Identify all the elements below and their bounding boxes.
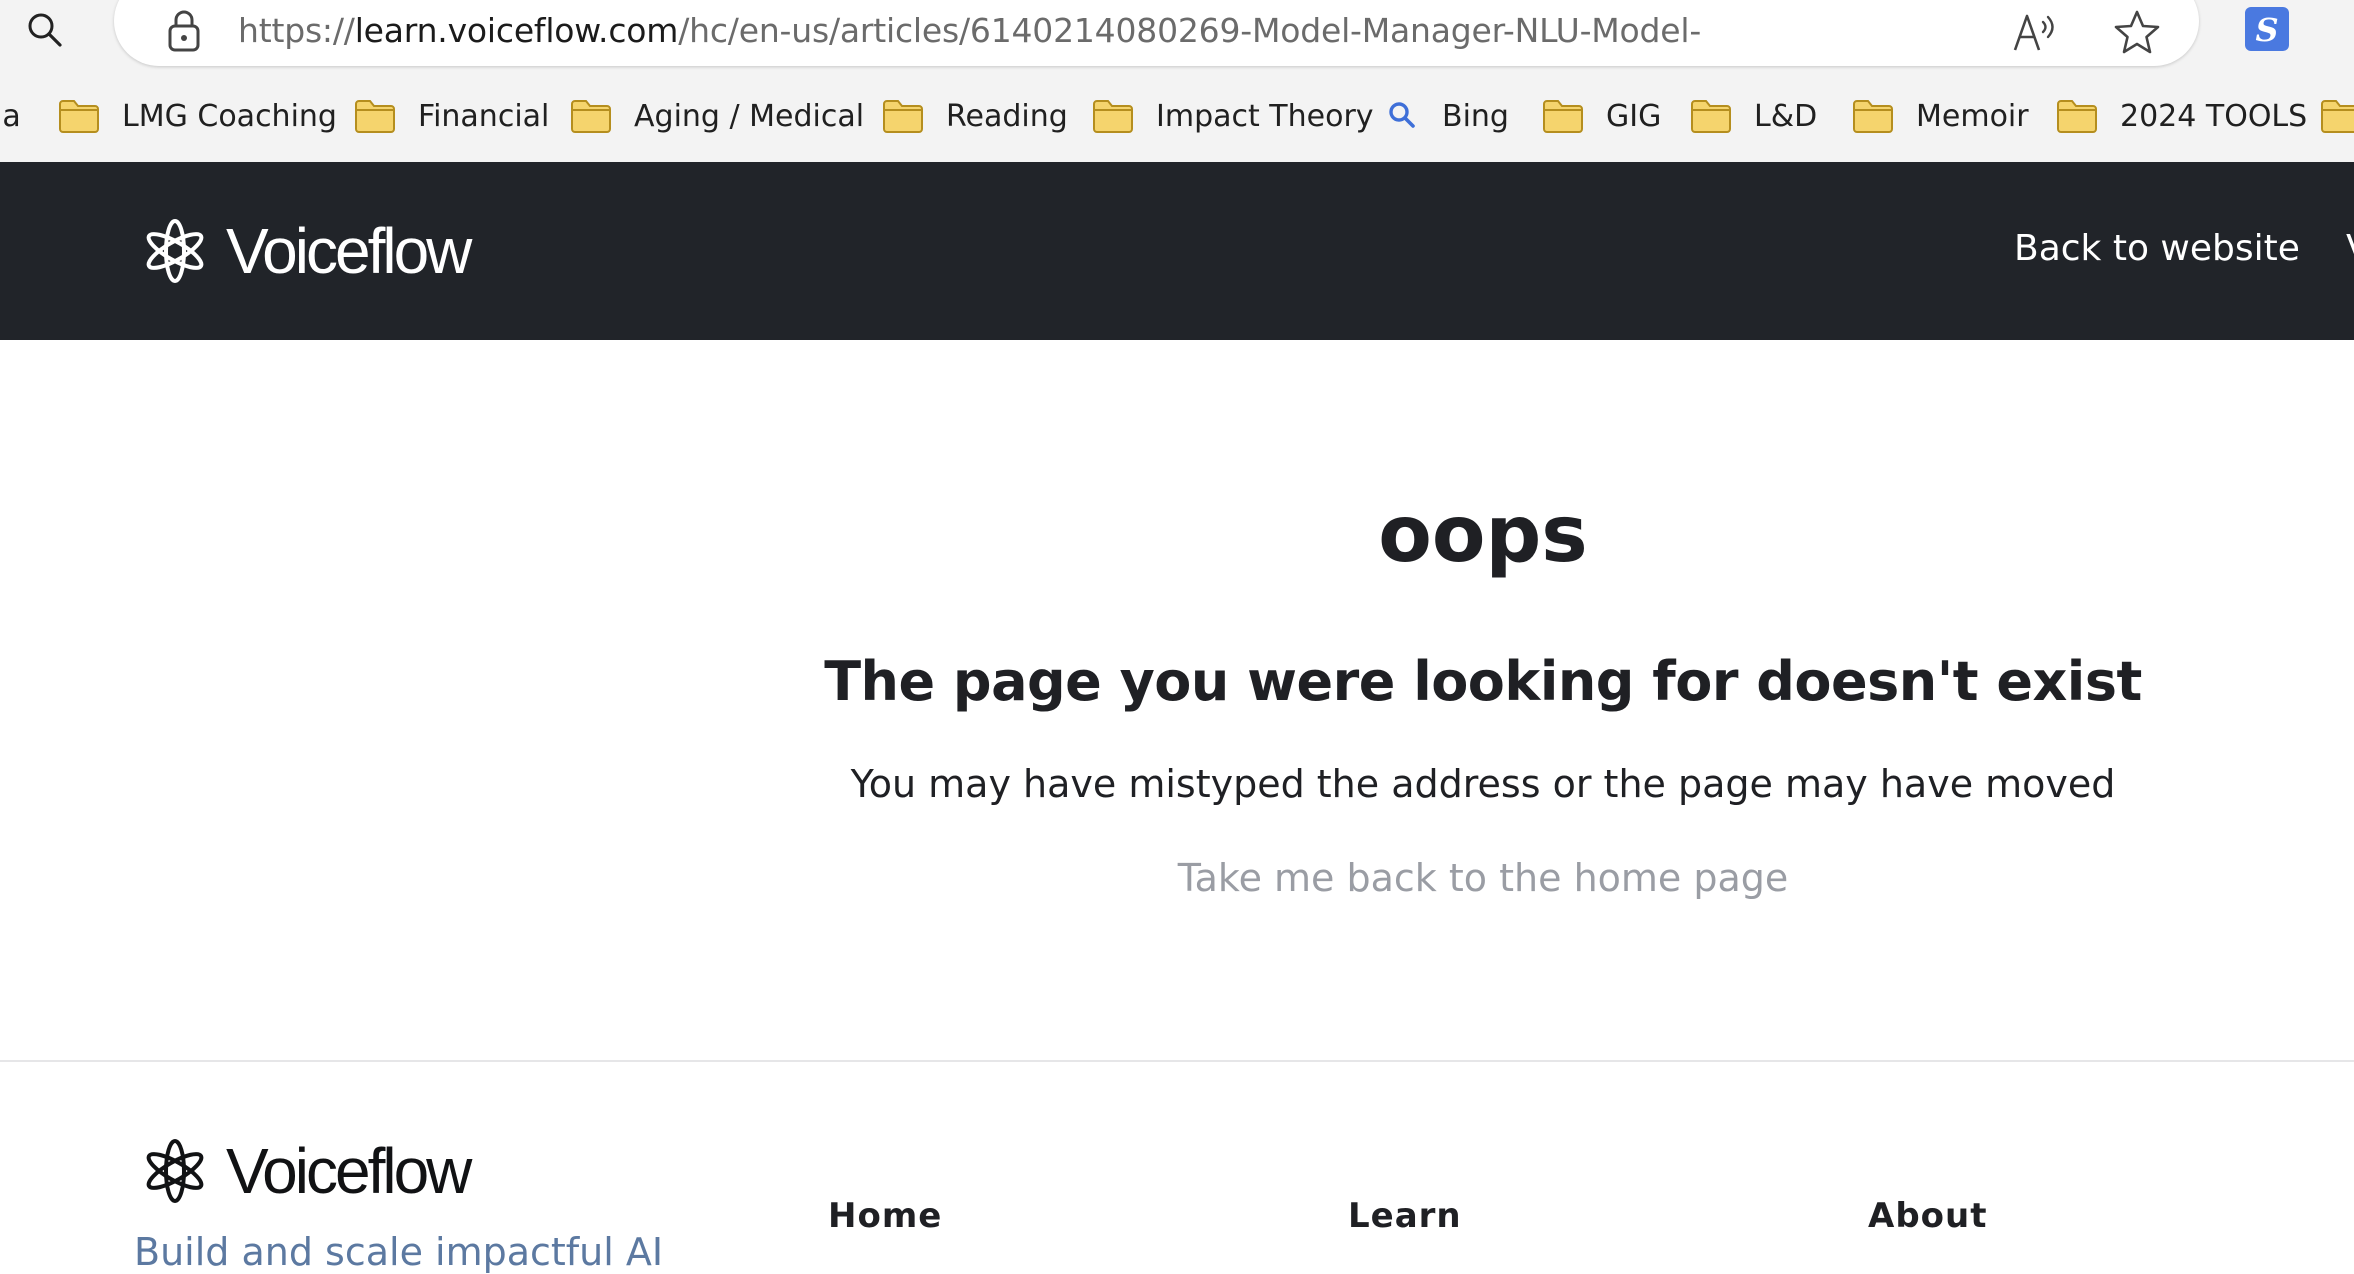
- bookmark-label: LMG Coaching: [122, 98, 337, 134]
- bookmark-item[interactable]: Financial: [354, 92, 549, 140]
- bookmark-label: Financial: [418, 98, 550, 134]
- folder-icon: [2321, 100, 2354, 133]
- bookmark-item[interactable]: Aging / Medical: [570, 92, 864, 140]
- footer-heading-learn[interactable]: Learn: [1348, 1196, 1462, 1236]
- error-content: oops The page you were looking for doesn…: [0, 340, 2354, 1060]
- browser-chrome: https://learn.voiceflow.com/hc/en-us/art…: [0, 0, 2354, 162]
- footer-heading-home[interactable]: Home: [828, 1196, 942, 1236]
- back-to-website-link[interactable]: Back to website: [2014, 228, 2300, 269]
- folder-icon: [1691, 100, 1731, 133]
- footer-voiceflow-logo[interactable]: Voiceflow: [132, 1134, 472, 1208]
- voiceflow-logo-icon: [146, 1139, 204, 1203]
- bookmark-label: ia: [0, 98, 21, 134]
- bookmark-item[interactable]: 2024 TOOLS: [2056, 92, 2307, 140]
- logo-wordmark: Voiceflow: [226, 215, 472, 287]
- site-header: Voiceflow Back to website V: [0, 162, 2354, 340]
- bookmark-item[interactable]: Impact Theory: [1092, 92, 1374, 140]
- site-footer: Voiceflow Build and scale impactful AI H…: [0, 1060, 2354, 1274]
- home-page-link[interactable]: Take me back to the home page: [0, 856, 2354, 900]
- bookmark-label: Impact Theory: [1156, 98, 1374, 134]
- url-prefix: https://: [238, 11, 355, 50]
- address-bar[interactable]: https://learn.voiceflow.com/hc/en-us/art…: [114, 0, 2199, 66]
- svg-text:S: S: [2255, 11, 2278, 49]
- voiceflow-logo-icon: [146, 219, 204, 283]
- folder-icon: [883, 100, 923, 133]
- folder-icon: [1093, 100, 1133, 133]
- folder-icon: [59, 100, 99, 133]
- error-subtitle: The page you were looking for doesn't ex…: [824, 650, 2142, 713]
- bookmark-label: L&D: [1754, 98, 1818, 134]
- url-text[interactable]: https://learn.voiceflow.com/hc/en-us/art…: [238, 11, 1701, 50]
- bookmark-label: Memoir: [1916, 98, 2029, 134]
- search-icon[interactable]: [12, 0, 78, 60]
- truncated-nav-item[interactable]: V: [2346, 228, 2354, 269]
- bookmark-label: 2024 TOOLS: [2120, 98, 2308, 134]
- page-title: oops: [1378, 490, 1588, 580]
- bookmark-label: GIG: [1606, 98, 1662, 134]
- footer-logo-wordmark: Voiceflow: [226, 1135, 472, 1207]
- folder-icon: [355, 100, 395, 133]
- bookmark-label: Bing: [1442, 98, 1509, 134]
- read-aloud-icon[interactable]: [2006, 4, 2066, 60]
- bookmark-label: Aging / Medical: [634, 98, 865, 134]
- search-icon: [1389, 102, 1415, 128]
- bookmark-item[interactable]: GIG: [1542, 92, 1661, 140]
- url-path: /hc/en-us/articles/6140214080269-Model-M…: [678, 11, 1702, 50]
- bookmark-item[interactable]: ia: [0, 92, 21, 140]
- folder-icon: [1853, 100, 1893, 133]
- voiceflow-logo[interactable]: Voiceflow: [132, 214, 472, 288]
- error-message: You may have mistyped the address or the…: [850, 762, 2116, 806]
- footer-heading-about[interactable]: About: [1868, 1196, 1987, 1236]
- bookmarks-bar: ia LMG Coaching Financial Aging / Medica…: [0, 92, 2354, 140]
- lock-icon[interactable]: [164, 6, 204, 54]
- bookmark-item[interactable]: Reading: [882, 92, 1068, 140]
- bookmark-item[interactable]: Memoir: [1852, 92, 2029, 140]
- url-host: learn.voiceflow.com: [354, 11, 679, 50]
- bookmark-item[interactable]: LMG Coaching: [58, 92, 337, 140]
- favorite-star-icon[interactable]: [2106, 2, 2168, 62]
- bookmark-item[interactable]: L&D: [1690, 92, 1817, 140]
- bookmark-label: Reading: [946, 98, 1068, 134]
- footer-tagline: Build and scale impactful AI: [134, 1230, 664, 1274]
- folder-icon: [571, 100, 611, 133]
- extension-s-icon[interactable]: S: [2244, 6, 2290, 52]
- bookmark-item[interactable]: Bing: [1386, 92, 1509, 140]
- bookmark-item[interactable]: [2320, 92, 2354, 140]
- folder-icon: [2057, 100, 2097, 133]
- folder-icon: [1543, 100, 1583, 133]
